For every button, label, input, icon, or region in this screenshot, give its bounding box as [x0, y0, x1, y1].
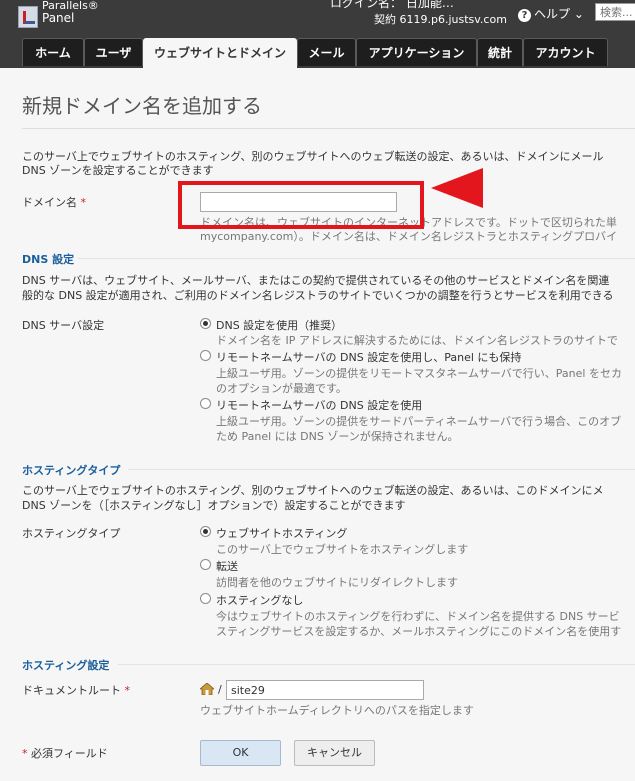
hosting-option-none-hint-line1: 今はウェブサイトのホスティングを行わずに、ドメイン名を提供する DNS サービ: [216, 610, 620, 623]
title-divider: [22, 128, 635, 129]
document-root-input[interactable]: [226, 680, 424, 700]
main-nav: ホーム ユーザ ウェブサイトとドメイン メール アプリケーション 統計 アカウン…: [0, 34, 635, 70]
tab-applications[interactable]: アプリケーション: [356, 38, 477, 66]
hosting-type-section-divider: [128, 469, 635, 470]
help-label: ヘルプ ⌄: [534, 7, 584, 21]
tab-home[interactable]: ホーム: [22, 38, 84, 66]
tab-websites-domains[interactable]: ウェブサイトとドメイン: [143, 38, 297, 68]
dns-desc-line1: DNS サーバは、ウェブサイト、メールサーバ、またはこの契約で提供されているその…: [22, 274, 610, 287]
annotation-arrow-icon: [431, 168, 483, 208]
main-content: 新規ドメイン名を追加する このサーバ上でウェブサイトのホスティング、別のウェブサ…: [0, 68, 635, 781]
dns-option-remote-keep-hint-line2: のオプションが最適です。: [216, 382, 347, 395]
required-mark: *: [124, 684, 131, 697]
cancel-button[interactable]: キャンセル: [294, 740, 375, 766]
required-fields-note: * 必須フィールド: [22, 747, 108, 760]
dns-option-remote-radio[interactable]: [200, 398, 211, 409]
dns-option-remote-label[interactable]: リモートネームサーバの DNS 設定を使用: [216, 397, 422, 413]
tab-account[interactable]: アカウント: [523, 38, 608, 66]
search-input[interactable]: [595, 3, 635, 21]
hosting-option-none-hint-line2: スティングサービスを設定するか、メールホスティングにこのドメイン名を使用す: [216, 625, 622, 638]
hosting-type-desc-line2: DNS ゾーンを（［ホスティングなし］オプションで）設定することができます: [22, 499, 406, 512]
ok-button[interactable]: OK: [200, 740, 281, 766]
required-mark: *: [80, 196, 87, 209]
home-directory-icon: [200, 683, 214, 695]
login-name[interactable]: ログイン名： 日加能…: [330, 0, 454, 11]
annotation-highlight-box: [178, 181, 424, 229]
dns-option-use-dns-radio[interactable]: [200, 318, 211, 329]
hosting-type-label: ホスティングタイプ: [22, 527, 121, 540]
dns-section-divider: [78, 258, 635, 259]
hosting-settings-section-heading: ホスティング設定: [22, 659, 110, 672]
hosting-option-forward-label[interactable]: 転送: [216, 558, 238, 574]
subscription-info[interactable]: 契約 6119.p6.justsv.com: [374, 11, 507, 27]
help-menu[interactable]: ? ヘルプ ⌄: [518, 5, 584, 22]
dns-server-settings-label: DNS サーバ設定: [22, 319, 105, 332]
dns-option-use-dns-label[interactable]: DNS 設定を使用（推奨）: [216, 317, 342, 333]
page-title: 新規ドメイン名を追加する: [22, 94, 262, 118]
dns-option-use-dns-hint: ドメイン名を IP アドレスに解決するためには、ドメイン名レジストラのサイトで: [216, 334, 618, 347]
hosting-option-forward-hint: 訪問者を他のウェブサイトにリダイレクトします: [216, 576, 458, 589]
dns-option-remote-hint-line2: ため Panel には DNS ゾーンが保持されません。: [216, 430, 459, 443]
hosting-option-forward-radio[interactable]: [200, 559, 211, 570]
hosting-option-none-label[interactable]: ホスティングなし: [216, 592, 303, 608]
dns-desc-line2: 般的な DNS 設定が適用され、ご利用のドメイン名レジストラのサイトでいくつかの…: [22, 289, 614, 302]
hosting-option-website-label[interactable]: ウェブサイトホスティング: [216, 525, 347, 541]
hosting-type-section-heading: ホスティングタイプ: [22, 464, 121, 477]
dns-option-remote-hint-line1: 上級ユーザ用。ゾーンの提供をサードパーティネームサーバで行う場合、このオブ: [216, 415, 622, 428]
document-root-slash: /: [218, 683, 222, 696]
parallels-logo-icon: [18, 6, 38, 28]
hosting-option-none-radio[interactable]: [200, 593, 211, 604]
top-bar: Parallels® Panel ログイン名： 日加能… 契約 6119.p6.…: [0, 0, 635, 34]
dns-option-remote-keep-radio[interactable]: [200, 350, 211, 361]
document-root-hint: ウェブサイトホームディレクトリへのパスを指定します: [200, 704, 474, 717]
help-icon: ?: [518, 9, 531, 22]
hosting-settings-section-divider: [118, 664, 635, 665]
tab-statistics[interactable]: 統計: [477, 38, 523, 66]
domain-name-hint-line2: mycompany.com）。ドメイン名は、ドメイン名レジストラとホスティングプ…: [200, 230, 618, 243]
dns-section-heading: DNS 設定: [22, 253, 75, 266]
logo-product-text: Panel: [42, 11, 75, 25]
domain-name-label: ドメイン名 *: [22, 196, 87, 209]
hosting-type-desc-line1: このサーバ上でウェブサイトのホスティング、別のウェブサイトへのウェブ転送の設定、…: [22, 484, 604, 497]
hosting-option-website-hint: このサーバ上でウェブサイトをホスティングします: [216, 543, 469, 556]
dns-option-remote-keep-hint-line1: 上級ユーザ用。ゾーンの提供をリモートマスタネームサーバで行い、Panel をセカ: [216, 367, 622, 380]
required-mark: *: [22, 747, 28, 760]
intro-text-line2: DNS ゾーンを設定することができます: [22, 164, 214, 177]
tab-mail[interactable]: メール: [297, 38, 356, 66]
hosting-option-website-radio[interactable]: [200, 526, 211, 537]
tab-users[interactable]: ユーザ: [84, 38, 143, 66]
document-root-label: ドキュメントルート *: [22, 684, 131, 697]
dns-option-remote-keep-label[interactable]: リモートネームサーバの DNS 設定を使用し、Panel にも保持: [216, 349, 521, 365]
